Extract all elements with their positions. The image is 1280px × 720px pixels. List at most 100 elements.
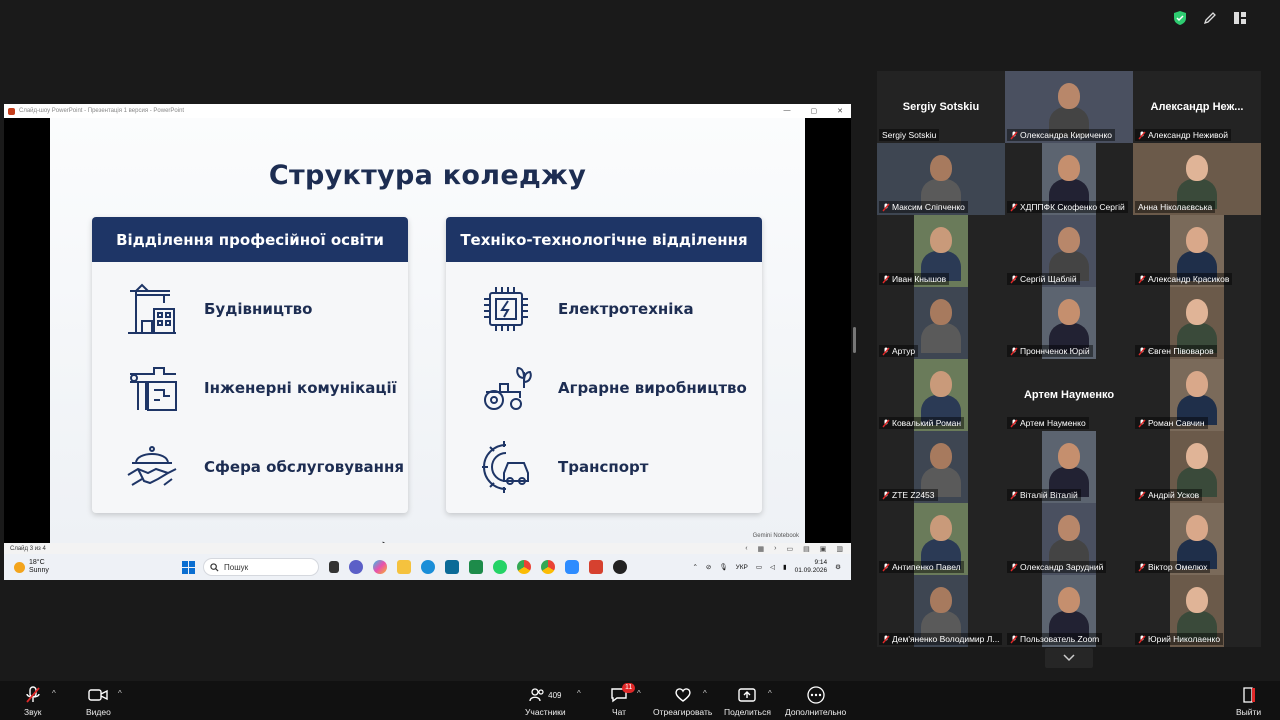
participant-tile[interactable]: Александр Красиков [1133, 215, 1261, 287]
chrome-icon[interactable] [517, 560, 531, 574]
taskbar-search[interactable]: Пошук [203, 558, 319, 576]
react-options-caret[interactable]: ^ [703, 689, 707, 698]
next-slide-icon[interactable]: › [774, 545, 776, 553]
participant-tile[interactable]: Максим Сліпченко [877, 143, 1005, 215]
participant-name-tag: Віталій Віталій [1007, 489, 1081, 501]
taskbar-apps [329, 560, 627, 574]
participant-tile[interactable]: Віктор Омелюх [1133, 503, 1261, 575]
participant-name: Дем'яненко Володимир Л... [892, 634, 1000, 644]
person-head [1058, 587, 1080, 613]
participant-tile[interactable]: Александр Неж... Александр Неживой [1133, 71, 1261, 143]
participant-tile[interactable]: Пользователь Zoom [1005, 575, 1133, 647]
participant-tile[interactable]: Анна Ніколаєвська [1133, 143, 1261, 215]
media-player-icon[interactable] [613, 560, 627, 574]
tray-expand-icon[interactable]: ⌃ [692, 563, 697, 571]
participant-tile[interactable]: Віталій Віталій [1005, 431, 1133, 503]
participant-tile[interactable]: Проннченок Юрій [1005, 287, 1133, 359]
person-head [1186, 515, 1208, 541]
chrome-profile-icon[interactable] [541, 560, 555, 574]
speaker-icon[interactable]: ◁ [770, 563, 775, 571]
zoom-icon[interactable] [565, 560, 579, 574]
participant-tile[interactable]: Артем Науменко Артем Науменко [1005, 359, 1133, 431]
powerpoint-statusbar: Слайд 3 из 4 ‹ ▦ › ▭ ▤ ▣ ▥ [4, 543, 851, 554]
sorter-view-icon[interactable]: ▤ [803, 545, 810, 553]
person-head [1058, 155, 1080, 181]
display-icon[interactable]: ▭ [756, 563, 762, 571]
microphone-muted-icon [882, 563, 890, 571]
windows-start-icon[interactable] [182, 560, 195, 574]
split-handle[interactable] [853, 327, 856, 353]
microphone-muted-icon [1138, 563, 1146, 571]
audio-button[interactable]: Звук [24, 685, 41, 717]
store-icon[interactable] [445, 560, 459, 574]
participant-tile[interactable]: Андрій Усков [1133, 431, 1261, 503]
reading-view-icon[interactable]: ▣ [820, 545, 827, 553]
close-icon[interactable]: ✕ [837, 107, 843, 115]
person-head [1186, 299, 1208, 325]
whatsapp-icon[interactable] [493, 560, 507, 574]
participant-tile[interactable]: Артур [877, 287, 1005, 359]
participants-button[interactable]: 409 Участники [525, 685, 566, 717]
prev-slide-icon[interactable]: ‹ [745, 545, 747, 553]
leave-button[interactable]: Выйти [1236, 685, 1261, 717]
chat-button[interactable]: 11 Чат [610, 683, 636, 717]
watermark: Gemini Notebook [752, 533, 799, 539]
meet-icon[interactable] [469, 560, 483, 574]
participant-tile[interactable]: ZTE Z2453 [877, 431, 1005, 503]
participant-tile[interactable]: Євген Півоваров [1133, 287, 1261, 359]
chip-icon [476, 279, 536, 339]
chat-options-caret[interactable]: ^ [637, 689, 641, 698]
participant-tile[interactable]: Олександра Кириченко [1005, 71, 1133, 143]
video-options-caret[interactable]: ^ [118, 689, 122, 698]
teams-chat-icon[interactable] [349, 560, 363, 574]
share-options-caret[interactable]: ^ [768, 689, 772, 698]
participant-name: Максим Сліпченко [892, 202, 965, 212]
edit-pen-icon[interactable] [1200, 8, 1220, 28]
file-explorer-icon[interactable] [397, 560, 411, 574]
edge-icon[interactable] [421, 560, 435, 574]
participant-tile[interactable]: Ковалький Роман [877, 359, 1005, 431]
more-button[interactable]: Дополнительно [785, 685, 846, 717]
notifications-icon[interactable]: ⚙ [835, 563, 841, 571]
participant-tile[interactable]: ХДППФК Скофенко Сергій [1005, 143, 1133, 215]
network-off-icon[interactable]: ⊘ [706, 563, 711, 571]
keyboard-language[interactable]: УКР [736, 564, 748, 571]
gallery-view-icon[interactable] [1230, 8, 1250, 28]
minimize-icon[interactable]: — [784, 107, 791, 115]
presenter-view-icon[interactable]: ▥ [836, 545, 843, 553]
participants-options-caret[interactable]: ^ [577, 689, 581, 698]
meeting-toolbar: Звук ^ Видео ^ 409 Участники ^ 11 Чат ^ [0, 681, 1280, 720]
person-head [1186, 443, 1208, 469]
gallery-scroll-down[interactable] [1045, 648, 1093, 668]
participant-tile[interactable]: Антипенко Павел [877, 503, 1005, 575]
participant-tile[interactable]: Роман Савчин [1133, 359, 1261, 431]
shared-screen: Слайд-шоу PowerPoint - Презентація 1 вер… [4, 104, 851, 580]
normal-view-icon[interactable]: ▭ [787, 545, 794, 553]
microphone-icon[interactable]: 🎙 [719, 563, 727, 571]
clock[interactable]: 9:14 01.09.2026 [795, 559, 828, 575]
slide-grid-icon[interactable]: ▦ [758, 545, 765, 553]
audio-options-caret[interactable]: ^ [52, 689, 56, 698]
person-head [930, 299, 952, 325]
participant-tile[interactable]: Сергій Щаблій [1005, 215, 1133, 287]
participant-tile[interactable]: Sergiy Sotskiu Sergiy Sotskiu [877, 71, 1005, 143]
video-button[interactable]: Видео [86, 685, 111, 717]
participant-tile[interactable]: Юрий Николаенко [1133, 575, 1261, 647]
task-view-icon[interactable] [329, 561, 339, 573]
powerpoint-taskbar-icon[interactable] [589, 560, 603, 574]
participant-tile[interactable]: Дем'яненко Володимир Л... [877, 575, 1005, 647]
heart-icon [675, 688, 691, 702]
participant-tile[interactable]: Олександр Зарудний [1005, 503, 1133, 575]
person-silhouette [921, 323, 961, 353]
participant-name: Артем Науменко [1020, 418, 1086, 428]
share-button[interactable]: Поделиться [724, 685, 771, 717]
battery-icon[interactable]: ▮ [783, 563, 787, 571]
weather-widget[interactable]: 18°C Sunny [14, 559, 174, 575]
restore-icon[interactable]: ▢ [811, 107, 818, 115]
copilot-icon[interactable] [373, 560, 387, 574]
leave-icon [1242, 687, 1255, 703]
slideshow-controls: ‹ ▦ › ▭ ▤ ▣ ▥ [745, 545, 851, 553]
participant-name-tag: ХДППФК Скофенко Сергій [1007, 201, 1128, 213]
shield-icon[interactable] [1170, 8, 1190, 28]
participant-tile[interactable]: Иван Кнышов [877, 215, 1005, 287]
